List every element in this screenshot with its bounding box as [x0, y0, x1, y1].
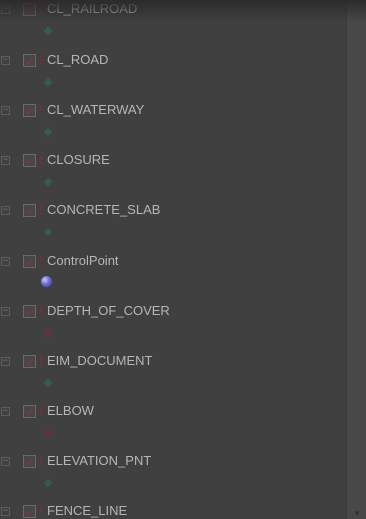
checkmark-icon — [25, 57, 34, 65]
checkmark-icon — [25, 458, 34, 466]
layer-visibility-checkbox[interactable] — [23, 255, 36, 268]
checkmark-icon — [25, 157, 34, 165]
layer-row[interactable]: − ! CL_ROAD — [0, 51, 346, 101]
layer-tree-panel: − ! CL_RAILROAD − ! CL_ROAD − ! CL_WATER… — [0, 0, 346, 519]
warning-icon: ! — [39, 354, 43, 368]
layer-visibility-checkbox[interactable] — [23, 3, 36, 16]
point-diamond-icon — [43, 127, 53, 137]
collapse-toggle-icon[interactable]: − — [1, 5, 10, 14]
layer-label[interactable]: EIM_DOCUMENT — [47, 353, 152, 369]
layer-label[interactable]: FENCE_LINE — [47, 503, 127, 519]
warning-icon: ! — [39, 153, 43, 167]
checkmark-icon — [25, 6, 34, 14]
layer-visibility-checkbox[interactable] — [23, 104, 36, 117]
warning-icon: ! — [39, 404, 43, 418]
warning-icon: ! — [39, 254, 43, 268]
warning-icon: ! — [39, 454, 43, 468]
collapse-toggle-icon[interactable]: − — [1, 206, 10, 215]
collapse-toggle-icon[interactable]: − — [1, 507, 10, 516]
layer-row[interactable]: − ! EIM_DOCUMENT — [0, 352, 346, 402]
layer-row[interactable]: − ! FENCE_LINE — [0, 502, 346, 519]
vertical-scrollbar[interactable] — [346, 0, 366, 519]
collapse-toggle-icon[interactable]: − — [1, 457, 10, 466]
globe-icon — [41, 276, 52, 287]
warning-icon: ! — [39, 304, 43, 318]
checkmark-icon — [25, 107, 34, 115]
point-diamond-icon — [43, 227, 53, 237]
point-diamond-icon — [43, 328, 53, 338]
warning-icon: ! — [39, 53, 43, 67]
layer-label[interactable]: DEPTH_OF_COVER — [47, 303, 170, 319]
collapse-toggle-icon[interactable]: − — [1, 357, 10, 366]
warning-icon: ! — [39, 103, 43, 117]
layer-label[interactable]: ELBOW — [47, 403, 94, 419]
layer-label[interactable]: ControlPoint — [47, 253, 119, 269]
checkmark-icon — [25, 358, 34, 366]
point-diamond-icon — [43, 77, 53, 87]
layer-row[interactable]: − ! ControlPoint — [0, 252, 346, 302]
point-diamond-icon — [43, 478, 53, 488]
collapse-toggle-icon[interactable]: − — [1, 257, 10, 266]
layer-label[interactable]: CONCRETE_SLAB — [47, 202, 160, 218]
layer-visibility-checkbox[interactable] — [23, 54, 36, 67]
layer-visibility-checkbox[interactable] — [23, 505, 36, 518]
warning-icon: ! — [39, 2, 43, 16]
warning-icon: ! — [39, 504, 43, 518]
layer-row[interactable]: − ! CL_RAILROAD — [0, 0, 346, 50]
layer-row[interactable]: − ! CLOSURE — [0, 151, 346, 201]
collapse-toggle-icon[interactable]: − — [1, 156, 10, 165]
layer-visibility-checkbox[interactable] — [23, 154, 36, 167]
layer-label[interactable]: CL_RAILROAD — [47, 1, 137, 17]
collapse-toggle-icon[interactable]: − — [1, 407, 10, 416]
layer-row[interactable]: − ! CL_WATERWAY — [0, 101, 346, 151]
layer-row[interactable]: − ! ELEVATION_PNT — [0, 452, 346, 502]
checkmark-icon — [25, 408, 34, 416]
layer-visibility-checkbox[interactable] — [23, 355, 36, 368]
collapse-toggle-icon[interactable]: − — [1, 307, 10, 316]
point-diamond-icon — [43, 26, 53, 36]
collapse-toggle-icon[interactable]: − — [1, 56, 10, 65]
checkmark-icon — [25, 308, 34, 316]
layer-label[interactable]: CL_WATERWAY — [47, 102, 144, 118]
point-diamond-icon — [43, 177, 53, 187]
layer-row[interactable]: − ! DEPTH_OF_COVER — [0, 302, 346, 352]
layer-visibility-checkbox[interactable] — [23, 405, 36, 418]
scroll-down-arrow-icon[interactable]: ▾ — [355, 508, 360, 518]
layer-label[interactable]: CL_ROAD — [47, 52, 108, 68]
layer-label[interactable]: ELEVATION_PNT — [47, 453, 151, 469]
layer-row[interactable]: − ! CONCRETE_SLAB — [0, 201, 346, 251]
layer-visibility-checkbox[interactable] — [23, 455, 36, 468]
checkmark-icon — [25, 207, 34, 215]
layer-visibility-checkbox[interactable] — [23, 204, 36, 217]
layer-row[interactable]: − ! ELBOW — [0, 402, 346, 452]
checkmark-icon — [25, 508, 34, 516]
checkmark-icon — [25, 258, 34, 266]
layer-visibility-checkbox[interactable] — [23, 305, 36, 318]
point-diamond-icon — [43, 428, 53, 438]
collapse-toggle-icon[interactable]: − — [1, 106, 10, 115]
layer-label[interactable]: CLOSURE — [47, 152, 110, 168]
point-diamond-icon — [43, 378, 53, 388]
warning-icon: ! — [39, 203, 43, 217]
